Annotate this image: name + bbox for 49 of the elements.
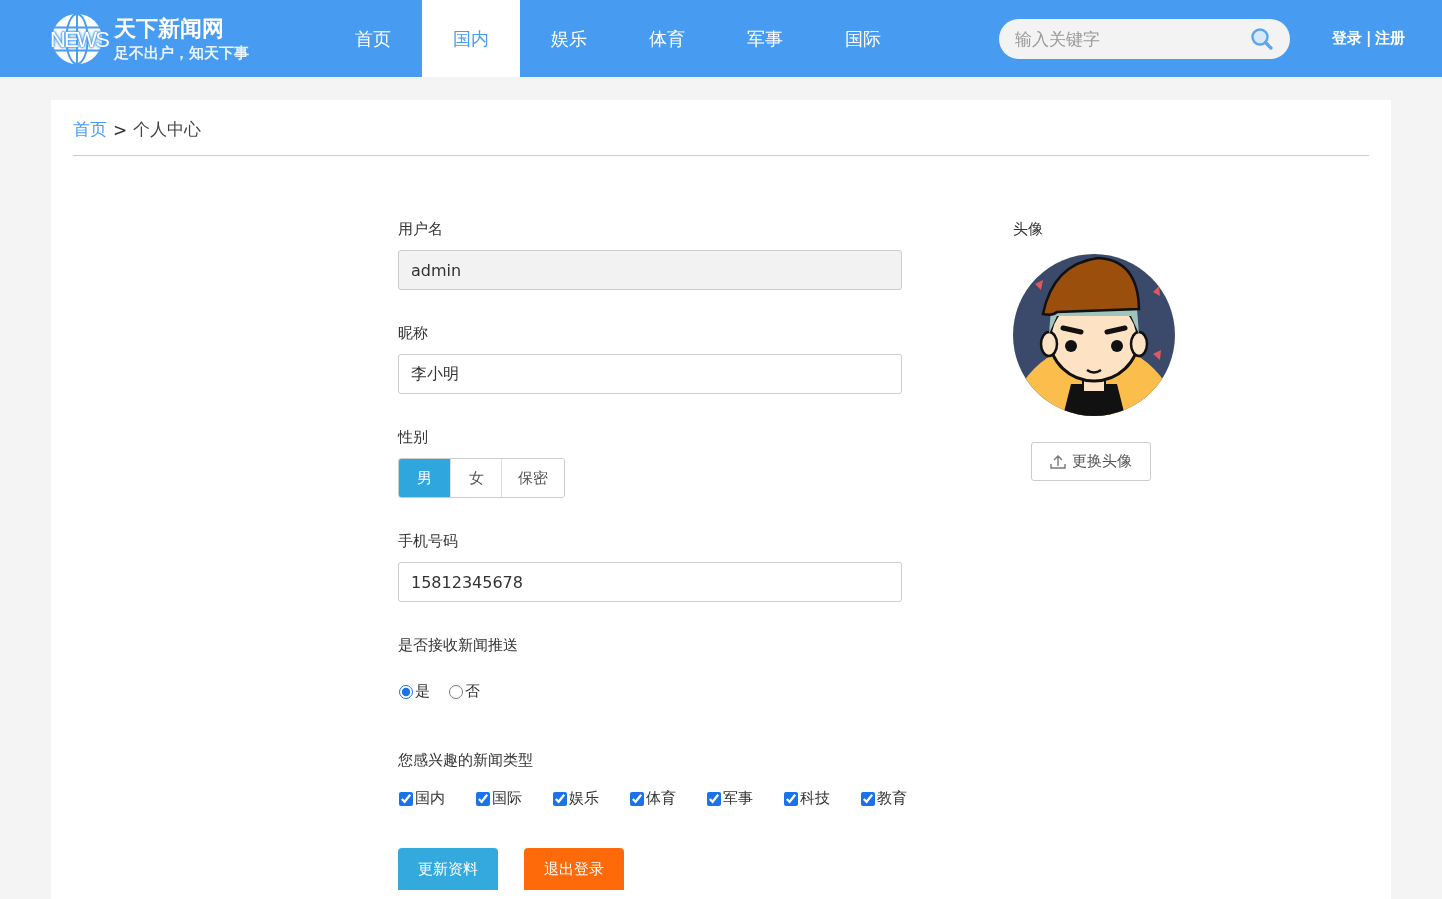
login-link[interactable]: 登录 xyxy=(1332,29,1362,48)
option-label: 体育 xyxy=(646,789,676,808)
nav-tab[interactable]: 娱乐 xyxy=(520,0,618,77)
field-label: 昵称 xyxy=(398,323,428,344)
field-label: 是否接收新闻推送 xyxy=(398,635,518,656)
segment-option[interactable]: 保密 xyxy=(501,459,564,497)
logout-button[interactable]: 退出登录 xyxy=(524,848,624,890)
text-input[interactable]: 15812345678 xyxy=(398,562,902,602)
breadcrumb-current: 个人中心 xyxy=(133,118,202,141)
option-label: 娱乐 xyxy=(569,789,599,808)
option-label: 国内 xyxy=(415,789,445,808)
nav-tab[interactable]: 体育 xyxy=(618,0,716,77)
option-label: 教育 xyxy=(877,789,907,808)
checkbox[interactable] xyxy=(861,791,875,806)
site-slogan: 足不出户，知天下事 xyxy=(114,42,249,63)
option-label: 是 xyxy=(415,682,430,701)
checkbox[interactable] xyxy=(399,791,413,806)
separator-text: | xyxy=(1366,29,1372,48)
checkbox[interactable] xyxy=(784,791,798,806)
update-button[interactable]: 更新资料 xyxy=(398,848,498,890)
nav-tab[interactable]: 军事 xyxy=(716,0,814,77)
option-label: 科技 xyxy=(800,789,830,808)
text-input[interactable]: 李小明 xyxy=(398,354,902,394)
segment-option[interactable]: 男 xyxy=(399,459,450,497)
field-label: 手机号码 xyxy=(398,531,458,552)
search-icon[interactable] xyxy=(1250,26,1274,51)
breadcrumb-separator: > xyxy=(113,119,128,140)
breadcrumb-link[interactable]: 首页 xyxy=(73,118,107,141)
change-avatar-button[interactable]: 更换头像 xyxy=(1031,442,1151,481)
option-label: 否 xyxy=(465,682,480,701)
nav-tab[interactable]: 首页 xyxy=(324,0,422,77)
upload-icon xyxy=(1050,453,1066,470)
field-label: 您感兴趣的新闻类型 xyxy=(398,750,533,771)
checkbox[interactable] xyxy=(707,791,721,806)
field-label: 性别 xyxy=(398,427,428,448)
avatar-label: 头像 xyxy=(1013,219,1043,240)
register-link[interactable]: 注册 xyxy=(1375,29,1406,48)
option-label: 国际 xyxy=(492,789,522,808)
nav-tab[interactable]: 国内 xyxy=(422,0,520,77)
field-label: 用户名 xyxy=(398,219,443,240)
site-title: 天下新闻网 xyxy=(114,14,225,43)
checkbox[interactable] xyxy=(553,791,567,806)
checkbox[interactable] xyxy=(630,791,644,806)
checkbox[interactable] xyxy=(476,791,490,806)
radio-button[interactable] xyxy=(449,684,463,699)
radio-button[interactable] xyxy=(399,684,413,699)
search-field[interactable]: 输入关键字 xyxy=(999,18,1290,59)
nav-tab[interactable]: 国际 xyxy=(814,0,912,77)
option-label: 军事 xyxy=(723,789,753,808)
